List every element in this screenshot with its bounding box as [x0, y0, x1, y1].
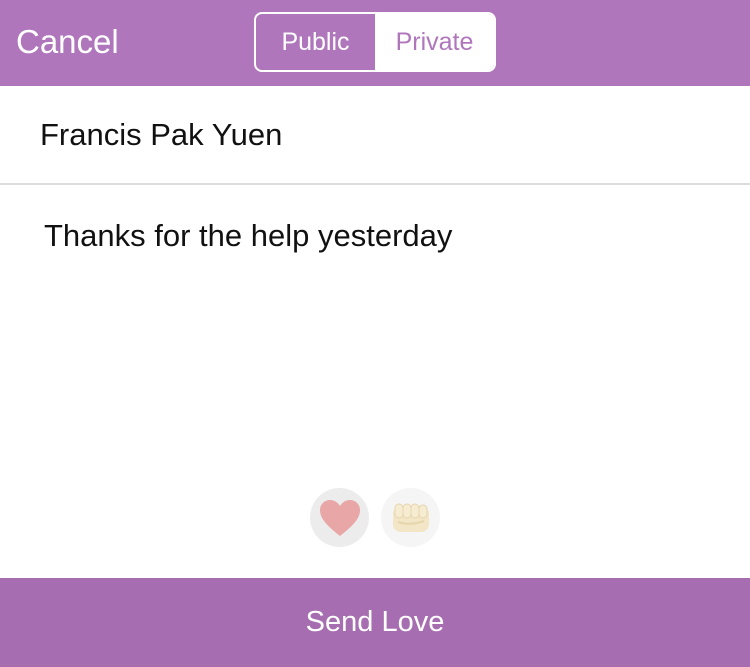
- segment-private[interactable]: Private: [375, 14, 494, 70]
- reaction-picker: [310, 488, 440, 547]
- send-love-screen: Cancel Public Private Francis Pak Yuen T…: [0, 0, 750, 667]
- send-love-label: Send Love: [305, 606, 445, 638]
- heart-reaction-button[interactable]: [310, 488, 369, 547]
- message-text[interactable]: Thanks for the help yesterday: [44, 218, 704, 254]
- fist-icon: [392, 503, 429, 532]
- segment-public[interactable]: Public: [256, 14, 375, 70]
- send-love-button[interactable]: Send Love: [0, 578, 750, 667]
- visibility-segmented-control: Public Private: [254, 12, 496, 72]
- cancel-button[interactable]: Cancel: [16, 22, 119, 62]
- recipient-name: Francis Pak Yuen: [40, 117, 283, 152]
- heart-icon: [319, 499, 360, 536]
- fist-reaction-button[interactable]: [381, 488, 440, 547]
- recipient-field[interactable]: Francis Pak Yuen: [0, 86, 750, 185]
- navigation-bar: Cancel Public Private: [0, 0, 750, 86]
